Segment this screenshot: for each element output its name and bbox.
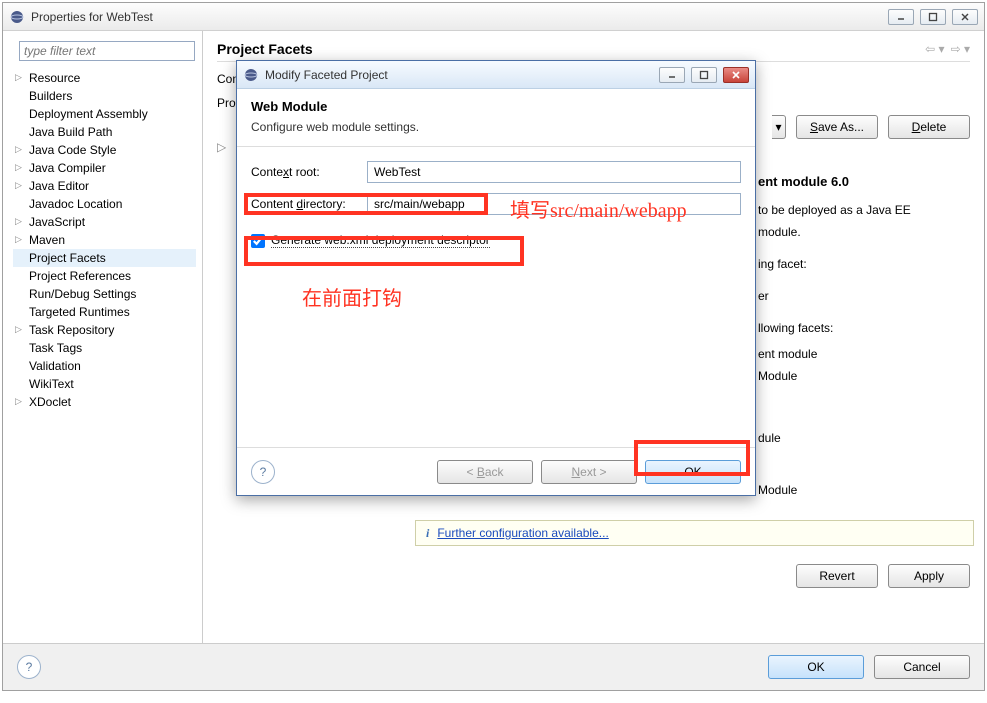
dialog-footer: ? < Back Next > OK: [237, 447, 755, 495]
revert-button[interactable]: Revert: [796, 564, 878, 588]
sidebar-item-label: XDoclet: [29, 395, 71, 409]
sidebar-item[interactable]: Project References: [13, 267, 196, 285]
generate-webxml-label[interactable]: Generate web.xml deployment descriptor: [271, 233, 490, 248]
cancel-button[interactable]: Cancel: [874, 655, 970, 679]
sidebar-item[interactable]: WikiText: [13, 375, 196, 393]
bottom-bar: ? OK Cancel: [3, 644, 984, 690]
info-icon: i: [426, 526, 429, 541]
dialog-titlebar: Modify Faceted Project: [237, 61, 755, 89]
sidebar-item-label: Task Repository: [29, 323, 114, 337]
sidebar-item-label: WikiText: [29, 377, 74, 391]
sidebar-item[interactable]: Run/Debug Settings: [13, 285, 196, 303]
property-tree: Resource Builders Deployment Assembly Java …: [13, 69, 196, 411]
maximize-button[interactable]: [920, 9, 946, 25]
dropdown-button[interactable]: ▾: [772, 115, 786, 139]
dialog-form: Context root: Content directory: Generat…: [237, 147, 755, 248]
filter-input[interactable]: [19, 41, 195, 61]
further-config-banner: i Further configuration available...: [415, 520, 974, 546]
ok-button[interactable]: OK: [768, 655, 864, 679]
sidebar-item-label: Java Build Path: [29, 125, 112, 139]
sidebar-item-label: Targeted Runtimes: [29, 305, 130, 319]
sidebar-item[interactable]: Java Compiler: [13, 159, 196, 177]
apply-button[interactable]: Apply: [888, 564, 970, 588]
context-root-label: Context root:: [251, 165, 367, 179]
sidebar-item[interactable]: Project Facets: [13, 249, 196, 267]
dialog-close-button[interactable]: [723, 67, 749, 83]
sidebar-item-label: Java Compiler: [29, 161, 106, 175]
sidebar: Resource Builders Deployment Assembly Java …: [3, 31, 203, 644]
titlebar: Properties for WebTest: [3, 3, 984, 31]
help-button[interactable]: ?: [17, 655, 41, 679]
sidebar-item[interactable]: Java Build Path: [13, 123, 196, 141]
details-panel-partial: ent module 6.0 to be deployed as a Java …: [758, 171, 911, 501]
dialog-maximize-button[interactable]: [691, 67, 717, 83]
eclipse-icon: [9, 9, 25, 25]
eclipse-icon: [243, 67, 259, 83]
sidebar-item[interactable]: Validation: [13, 357, 196, 375]
next-button[interactable]: Next >: [541, 460, 637, 484]
sidebar-item[interactable]: JavaScript: [13, 213, 196, 231]
window-buttons: [888, 9, 978, 25]
context-root-input[interactable]: [367, 161, 741, 183]
dialog-minimize-button[interactable]: [659, 67, 685, 83]
sidebar-item-label: Maven: [29, 233, 65, 247]
modify-faceted-project-dialog: Modify Faceted Project Web Module Config…: [236, 60, 756, 496]
dialog-title: Modify Faceted Project: [265, 68, 659, 82]
sidebar-item[interactable]: Builders: [13, 87, 196, 105]
close-button[interactable]: [952, 9, 978, 25]
minimize-button[interactable]: [888, 9, 914, 25]
sidebar-item-label: Task Tags: [29, 341, 82, 355]
further-config-link[interactable]: Further configuration available...: [437, 526, 608, 540]
sidebar-item[interactable]: Targeted Runtimes: [13, 303, 196, 321]
sidebar-item-label: Run/Debug Settings: [29, 287, 136, 301]
sidebar-item[interactable]: Task Tags: [13, 339, 196, 357]
back-button[interactable]: < Back: [437, 460, 533, 484]
sidebar-item[interactable]: XDoclet: [13, 393, 196, 411]
sidebar-item-label: Javadoc Location: [29, 197, 122, 211]
nav-arrows: ⇦ ▾ ⇨ ▾: [925, 42, 970, 56]
dialog-header: Web Module Configure web module settings…: [237, 89, 755, 147]
sidebar-item[interactable]: Java Editor: [13, 177, 196, 195]
sidebar-item-label: Java Code Style: [29, 143, 116, 157]
sidebar-item-label: Validation: [29, 359, 81, 373]
dialog-help-button[interactable]: ?: [251, 460, 275, 484]
project-tab-partial: Pro: [217, 96, 236, 110]
window-title: Properties for WebTest: [31, 10, 888, 24]
content-directory-label: Content directory:: [251, 197, 367, 211]
sidebar-item[interactable]: Javadoc Location: [13, 195, 196, 213]
dialog-heading: Web Module: [251, 99, 741, 114]
tree-expand-icon[interactable]: ▷: [217, 140, 226, 154]
sidebar-item[interactable]: Resource: [13, 69, 196, 87]
generate-webxml-checkbox[interactable]: [251, 234, 265, 248]
content-directory-input[interactable]: [367, 193, 741, 215]
sidebar-item[interactable]: Maven: [13, 231, 196, 249]
sidebar-item[interactable]: Task Repository: [13, 321, 196, 339]
sidebar-item-label: Deployment Assembly: [29, 107, 148, 121]
save-as-button[interactable]: Save As...: [796, 115, 878, 139]
sidebar-item-label: Project Facets: [29, 251, 106, 265]
delete-button[interactable]: Delete: [888, 115, 970, 139]
sidebar-item[interactable]: Java Code Style: [13, 141, 196, 159]
page-title: Project Facets: [217, 41, 313, 57]
sidebar-item-label: Project References: [29, 269, 131, 283]
sidebar-item-label: JavaScript: [29, 215, 85, 229]
sidebar-item[interactable]: Deployment Assembly: [13, 105, 196, 123]
back-arrow-icon[interactable]: ⇦ ▾: [925, 42, 944, 56]
dialog-ok-button[interactable]: OK: [645, 460, 741, 484]
dialog-description: Configure web module settings.: [251, 120, 741, 134]
sidebar-item-label: Java Editor: [29, 179, 89, 193]
forward-arrow-icon[interactable]: ⇨ ▾: [951, 42, 970, 56]
sidebar-item-label: Builders: [29, 89, 72, 103]
sidebar-item-label: Resource: [29, 71, 80, 85]
